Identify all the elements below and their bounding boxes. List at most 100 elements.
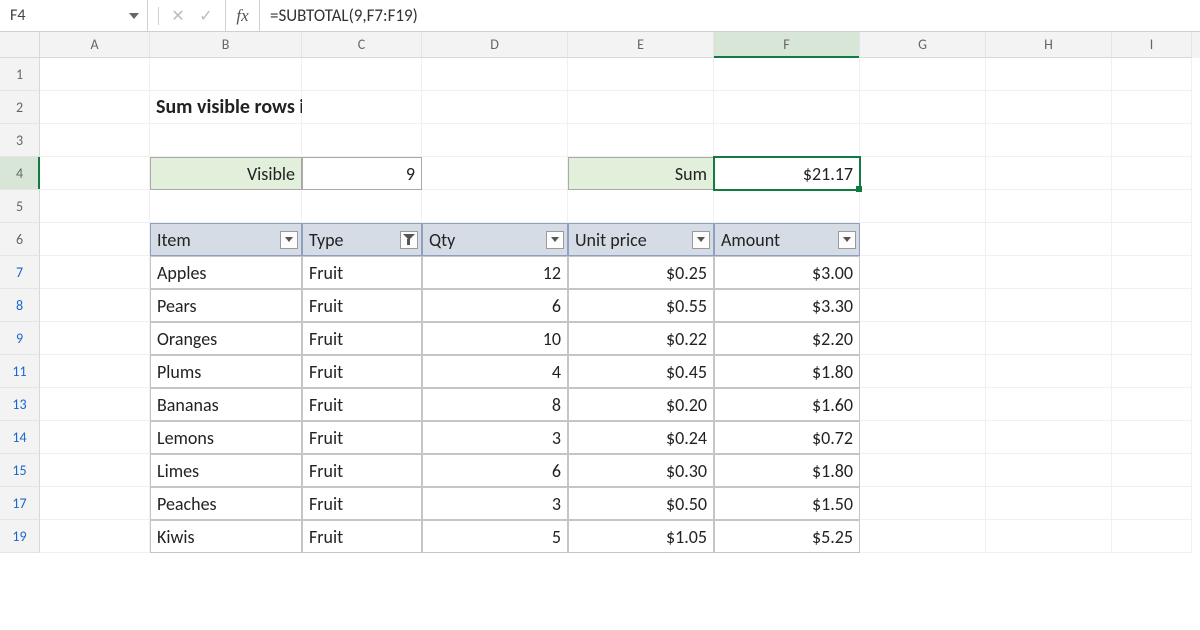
enter-icon[interactable]: ✓ [193, 3, 219, 29]
cell[interactable] [40, 124, 150, 157]
cell[interactable] [422, 91, 568, 124]
cell[interactable] [986, 223, 1112, 256]
cell[interactable] [1112, 190, 1192, 223]
cell-amount[interactable]: $0.72 [714, 421, 860, 454]
cell-item[interactable]: Peaches [150, 487, 302, 520]
cell[interactable] [40, 157, 150, 190]
cell[interactable] [1112, 322, 1192, 355]
cell[interactable] [986, 289, 1112, 322]
cell[interactable] [40, 355, 150, 388]
cell[interactable] [986, 487, 1112, 520]
cell-item[interactable]: Plums [150, 355, 302, 388]
cell[interactable] [1112, 124, 1192, 157]
cell[interactable] [40, 58, 150, 91]
cell-unit[interactable]: $0.30 [568, 454, 714, 487]
cell-amount[interactable]: $5.25 [714, 520, 860, 553]
visible-label[interactable]: Visible [150, 157, 302, 190]
th-amount[interactable]: Amount [714, 223, 860, 256]
cell[interactable] [860, 388, 986, 421]
cell[interactable] [1112, 520, 1192, 553]
cell[interactable] [40, 289, 150, 322]
cell-amount[interactable]: $1.60 [714, 388, 860, 421]
cell-item[interactable]: Bananas [150, 388, 302, 421]
cell[interactable] [302, 91, 422, 124]
cell[interactable] [986, 124, 1112, 157]
cell-qty[interactable]: 6 [422, 454, 568, 487]
cell-item[interactable]: Pears [150, 289, 302, 322]
cell[interactable] [986, 91, 1112, 124]
cell-type[interactable]: Fruit [302, 322, 422, 355]
row-head[interactable]: 7 [0, 256, 40, 289]
cell-item[interactable]: Apples [150, 256, 302, 289]
cell-unit[interactable]: $0.45 [568, 355, 714, 388]
filter-button[interactable] [280, 231, 298, 249]
cell[interactable] [568, 58, 714, 91]
cell[interactable] [1112, 421, 1192, 454]
col-head-F[interactable]: F [714, 32, 860, 58]
th-qty[interactable]: Qty [422, 223, 568, 256]
filter-button-active[interactable] [400, 231, 418, 249]
cell[interactable] [302, 190, 422, 223]
col-head-H[interactable]: H [986, 32, 1112, 58]
cell[interactable] [40, 520, 150, 553]
cell-item[interactable]: Oranges [150, 322, 302, 355]
cell[interactable] [1112, 223, 1192, 256]
cell[interactable] [714, 124, 860, 157]
cell[interactable] [860, 289, 986, 322]
cell[interactable] [1112, 91, 1192, 124]
row-head[interactable]: 11 [0, 355, 40, 388]
cell-type[interactable]: Fruit [302, 454, 422, 487]
row-head[interactable]: 19 [0, 520, 40, 553]
cell-amount[interactable]: $3.30 [714, 289, 860, 322]
cell-qty[interactable]: 4 [422, 355, 568, 388]
filter-button[interactable] [838, 231, 856, 249]
cell[interactable] [986, 256, 1112, 289]
cell[interactable] [714, 190, 860, 223]
cell[interactable] [1112, 454, 1192, 487]
cell-unit[interactable]: $0.55 [568, 289, 714, 322]
cell-type[interactable]: Fruit [302, 487, 422, 520]
filter-button[interactable] [546, 231, 564, 249]
cell[interactable] [40, 487, 150, 520]
col-head-C[interactable]: C [302, 32, 422, 58]
th-type[interactable]: Type [302, 223, 422, 256]
row-head[interactable]: 9 [0, 322, 40, 355]
cell-unit[interactable]: $0.20 [568, 388, 714, 421]
name-box[interactable]: F4 [0, 0, 148, 31]
cell-unit[interactable]: $0.25 [568, 256, 714, 289]
cell[interactable] [860, 124, 986, 157]
page-title[interactable]: Sum visible rows in a filtered list [150, 91, 302, 124]
row-head[interactable]: 3 [0, 124, 40, 157]
cell[interactable] [568, 124, 714, 157]
col-head-I[interactable]: I [1112, 32, 1192, 58]
cell[interactable] [860, 421, 986, 454]
cell[interactable] [150, 190, 302, 223]
filter-button[interactable] [692, 231, 710, 249]
cell[interactable] [860, 355, 986, 388]
row-head[interactable]: 6 [0, 223, 40, 256]
chevron-down-icon[interactable] [129, 13, 139, 19]
cell[interactable] [568, 91, 714, 124]
cell-type[interactable]: Fruit [302, 289, 422, 322]
cell[interactable] [40, 91, 150, 124]
row-head[interactable]: 14 [0, 421, 40, 454]
cell[interactable] [986, 520, 1112, 553]
cell-unit[interactable]: $0.22 [568, 322, 714, 355]
row-head[interactable]: 5 [0, 190, 40, 223]
cell[interactable] [1112, 256, 1192, 289]
cell-item[interactable]: Limes [150, 454, 302, 487]
cell-unit[interactable]: $0.50 [568, 487, 714, 520]
cell-qty[interactable]: 10 [422, 322, 568, 355]
cell[interactable] [302, 58, 422, 91]
cell[interactable] [1112, 388, 1192, 421]
cell[interactable] [40, 421, 150, 454]
cell[interactable] [860, 454, 986, 487]
cell[interactable] [986, 157, 1112, 190]
cell-amount[interactable]: $2.20 [714, 322, 860, 355]
cell[interactable] [714, 91, 860, 124]
col-head-D[interactable]: D [422, 32, 568, 58]
cell[interactable] [986, 454, 1112, 487]
cell[interactable] [568, 190, 714, 223]
row-head[interactable]: 13 [0, 388, 40, 421]
cell-type[interactable]: Fruit [302, 355, 422, 388]
